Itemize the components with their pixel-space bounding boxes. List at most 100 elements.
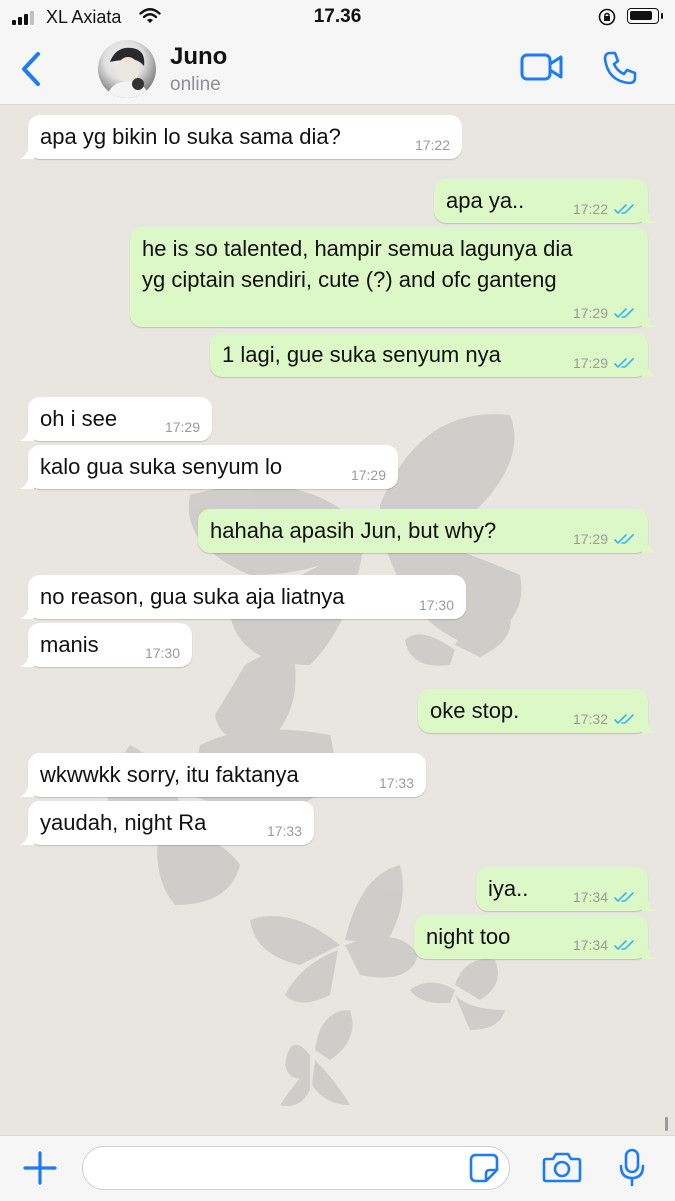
message-text: yaudah, night Ra (40, 807, 206, 838)
message-time: 17:34 (572, 937, 608, 953)
message-meta: 17:22 (573, 201, 636, 217)
contact-name[interactable]: Juno (170, 43, 227, 71)
bubble-tail (642, 313, 656, 327)
message-line: kalo gua suka senyum lo (40, 454, 283, 479)
message-meta: 17:34 (573, 889, 636, 905)
bubble-tail (20, 653, 34, 667)
message-field[interactable] (97, 1147, 461, 1189)
composer-bar (0, 1135, 675, 1201)
message-time: 17:29 (572, 355, 608, 371)
presence-status: online (170, 74, 221, 95)
message-meta: 17:32 (573, 711, 636, 727)
bubble-tail (642, 897, 656, 911)
outgoing-message[interactable]: hahaha apasih Jun, but why? 17:29 (198, 509, 656, 553)
message-list[interactable]: apa yg bikin lo suka sama dia? 17:22 apa y… (0, 105, 675, 1135)
avatar[interactable] (98, 40, 156, 98)
battery-icon (627, 8, 663, 24)
read-receipt-icon (614, 892, 634, 903)
incoming-message[interactable]: kalo gua suka senyum lo 17:29 (20, 445, 398, 489)
message-text: he is so talented, hampir semua lagunya … (142, 233, 572, 295)
message-line: oke stop. (430, 698, 520, 723)
message-text: oh i see (40, 403, 117, 434)
message-line: apa yg bikin lo suka sama dia? (40, 124, 341, 149)
read-receipt-icon (614, 940, 634, 951)
outgoing-message[interactable]: he is so talented, hampir semua lagunya … (130, 227, 656, 327)
message-text: apa ya.. (446, 185, 524, 216)
message-text: oke stop. (430, 695, 519, 726)
video-camera-icon[interactable] (520, 52, 564, 82)
outgoing-message[interactable]: night too 17:34 (414, 915, 656, 959)
phone-icon[interactable] (602, 50, 638, 86)
camera-icon[interactable] (542, 1150, 582, 1184)
outgoing-message[interactable]: 1 lagi, gue suka senyum nya 17:29 (210, 333, 656, 377)
plus-icon[interactable] (22, 1150, 58, 1186)
message-line: he is so talented, hampir semua lagunya … (142, 236, 573, 261)
message-text: kalo gua suka senyum lo (40, 451, 282, 482)
message-text: apa yg bikin lo suka sama dia? (40, 121, 341, 152)
outgoing-message[interactable]: iya.. 17:34 (476, 867, 656, 911)
read-receipt-icon (614, 534, 634, 545)
message-line: 1 lagi, gue suka senyum nya (222, 342, 501, 367)
message-time: 17:29 (572, 531, 608, 547)
message-time: 17:30 (144, 645, 180, 661)
bubble-tail (20, 831, 34, 845)
message-meta: 17:29 (351, 467, 386, 483)
message-line: hahaha apasih Jun, but why? (210, 518, 497, 543)
incoming-message[interactable]: no reason, gua suka aja liatnya 17:30 (20, 575, 466, 619)
bubble-tail (20, 475, 34, 489)
message-time: 17:32 (572, 711, 608, 727)
chevron-left-icon[interactable] (16, 50, 46, 88)
scrollbar[interactable] (665, 1117, 668, 1131)
message-meta: 17:30 (145, 645, 180, 661)
message-text: night too (426, 921, 510, 952)
message-line: manis (40, 632, 99, 657)
clock: 17.36 (313, 6, 362, 27)
message-line: no reason, gua suka aja liatnya (40, 584, 345, 609)
message-line: yaudah, night Ra (40, 810, 207, 835)
message-line: apa ya.. (446, 188, 525, 213)
bubble-tail (642, 945, 656, 959)
message-time: 17:29 (572, 305, 608, 321)
incoming-message[interactable]: wkwwkk sorry, itu faktanya 17:33 (20, 753, 426, 797)
message-line: iya.. (488, 876, 529, 901)
message-meta: 17:30 (419, 597, 454, 613)
message-time: 17:30 (418, 597, 454, 613)
read-receipt-icon (614, 308, 634, 319)
message-meta: 17:34 (573, 937, 636, 953)
message-time: 17:34 (572, 889, 608, 905)
message-meta: 17:33 (267, 823, 302, 839)
message-time: 17:29 (164, 419, 200, 435)
bubble-tail (642, 363, 656, 377)
message-line: wkwwkk sorry, itu faktanya (40, 762, 299, 787)
message-text: 1 lagi, gue suka senyum nya (222, 339, 501, 370)
message-text: iya.. (488, 873, 528, 904)
message-text: hahaha apasih Jun, but why? (210, 515, 496, 546)
read-receipt-icon (614, 204, 634, 215)
message-meta: 17:29 (573, 355, 636, 371)
bubble-tail (20, 605, 34, 619)
microphone-icon[interactable] (618, 1148, 646, 1188)
message-meta: 17:33 (379, 775, 414, 791)
message-input[interactable] (82, 1146, 510, 1190)
sticker-icon[interactable] (468, 1152, 500, 1184)
incoming-message[interactable]: oh i see 17:29 (20, 397, 212, 441)
chat-header: Juno online (0, 34, 675, 105)
bubble-tail (642, 719, 656, 733)
bubble-tail (20, 783, 34, 797)
message-time: 17:22 (414, 137, 450, 153)
read-receipt-icon (614, 714, 634, 725)
incoming-message[interactable]: manis 17:30 (20, 623, 192, 667)
message-time: 17:33 (378, 775, 414, 791)
rotation-lock-icon (598, 8, 616, 26)
read-receipt-icon (614, 358, 634, 369)
incoming-message[interactable]: apa yg bikin lo suka sama dia? 17:22 (20, 115, 462, 159)
message-meta: 17:29 (165, 419, 200, 435)
message-meta: 17:22 (415, 137, 450, 153)
bubble-tail (20, 145, 34, 159)
bubble-tail (642, 209, 656, 223)
outgoing-message[interactable]: oke stop. 17:32 (418, 689, 656, 733)
message-time: 17:29 (350, 467, 386, 483)
outgoing-message[interactable]: apa ya.. 17:22 (434, 179, 656, 223)
incoming-message[interactable]: yaudah, night Ra 17:33 (20, 801, 314, 845)
message-meta: 17:29 (573, 305, 636, 321)
